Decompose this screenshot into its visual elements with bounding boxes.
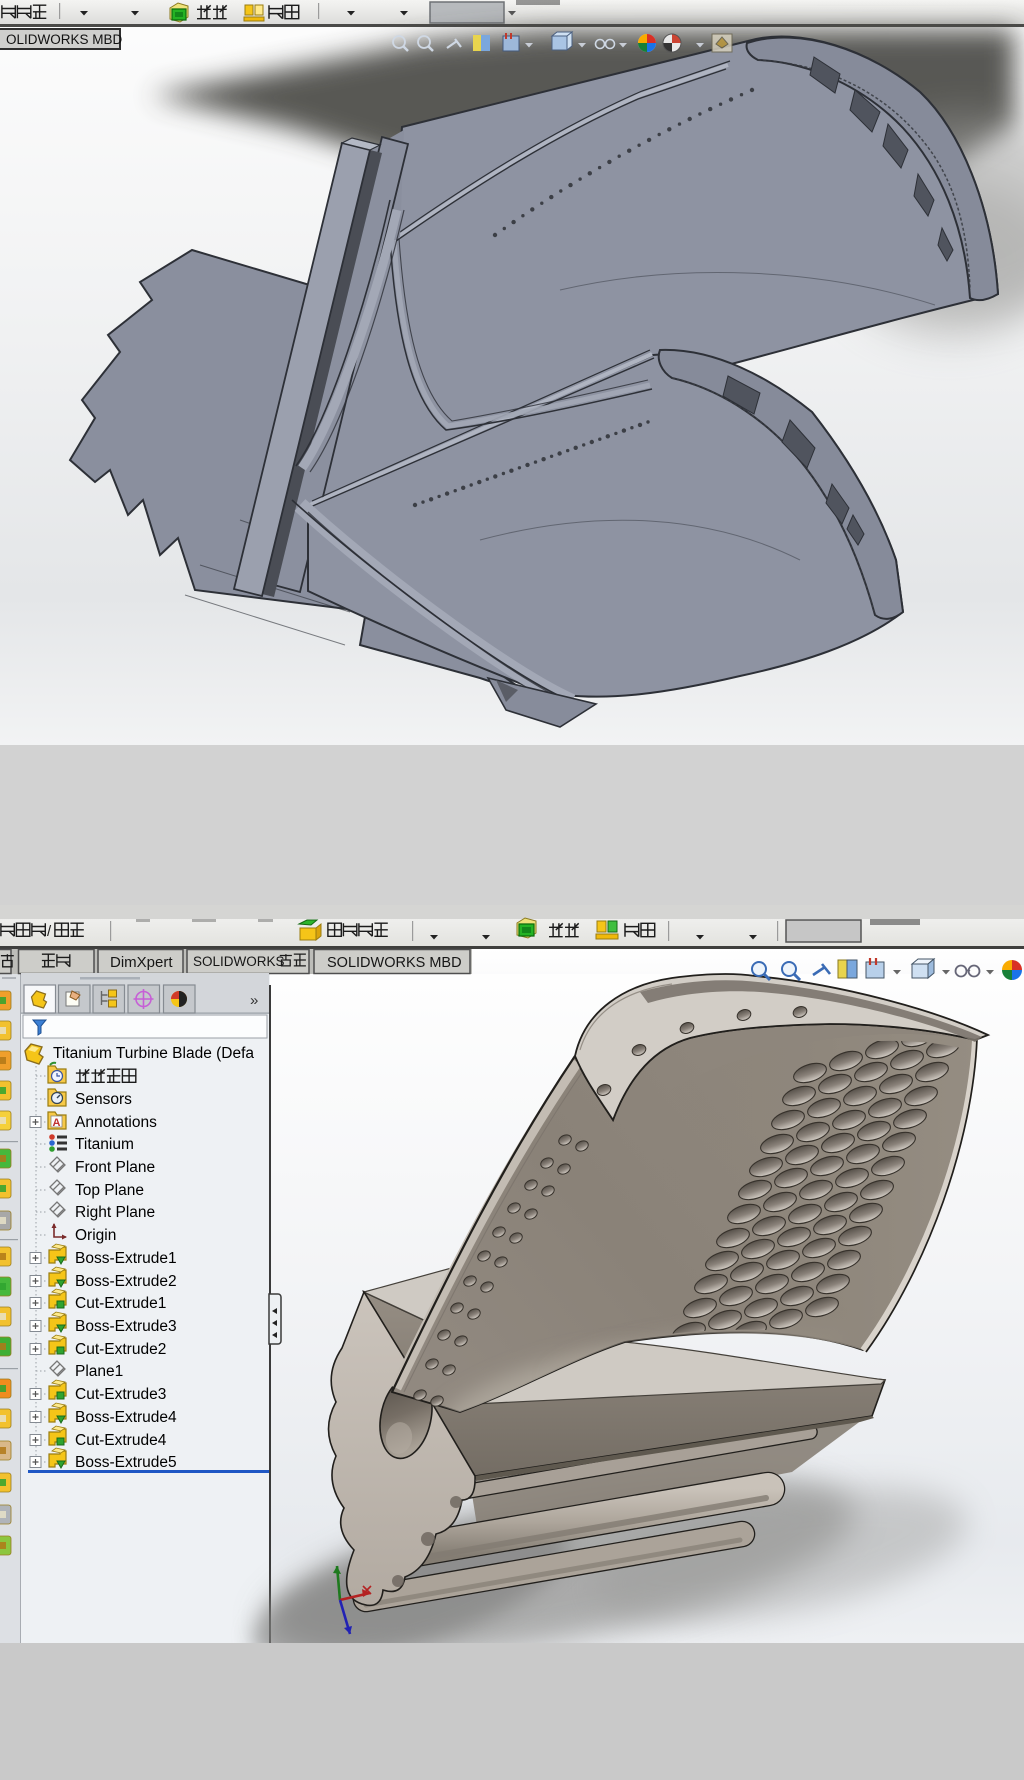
svg-text:Cut-Extrude1: Cut-Extrude1	[75, 1295, 166, 1312]
svg-text:Origin: Origin	[75, 1227, 116, 1244]
svg-text:Titanium: Titanium	[75, 1136, 134, 1153]
svg-text:Sensors: Sensors	[75, 1091, 132, 1108]
svg-text:/: /	[47, 923, 52, 940]
svg-text:Boss-Extrude2: Boss-Extrude2	[75, 1273, 177, 1290]
svg-text:Front Plane: Front Plane	[75, 1159, 155, 1176]
svg-text:OLIDWORKS MBD: OLIDWORKS MBD	[6, 32, 123, 47]
svg-text:Annotations: Annotations	[75, 1114, 157, 1131]
svg-text:Cut-Extrude2: Cut-Extrude2	[75, 1341, 166, 1358]
svg-text:Plane1: Plane1	[75, 1363, 123, 1380]
svg-text:Right Plane: Right Plane	[75, 1204, 155, 1221]
svg-text:SOLIDWORKS MBD: SOLIDWORKS MBD	[327, 955, 462, 971]
svg-text:A: A	[53, 1117, 61, 1129]
svg-text:Cut-Extrude3: Cut-Extrude3	[75, 1386, 166, 1403]
svg-text:SOLIDWORKS: SOLIDWORKS	[193, 954, 285, 969]
svg-text:Cut-Extrude4: Cut-Extrude4	[75, 1432, 167, 1449]
svg-text:Titanium Turbine Blade (Defa: Titanium Turbine Blade (Defa	[53, 1045, 254, 1062]
svg-text:Boss-Extrude4: Boss-Extrude4	[75, 1409, 177, 1426]
svg-text:Boss-Extrude3: Boss-Extrude3	[75, 1318, 177, 1335]
svg-text:DimXpert: DimXpert	[110, 954, 173, 971]
svg-text:»: »	[250, 992, 258, 1009]
svg-text:Boss-Extrude1: Boss-Extrude1	[75, 1250, 177, 1267]
svg-text:Boss-Extrude5: Boss-Extrude5	[75, 1454, 177, 1471]
svg-text:Top Plane: Top Plane	[75, 1182, 144, 1199]
